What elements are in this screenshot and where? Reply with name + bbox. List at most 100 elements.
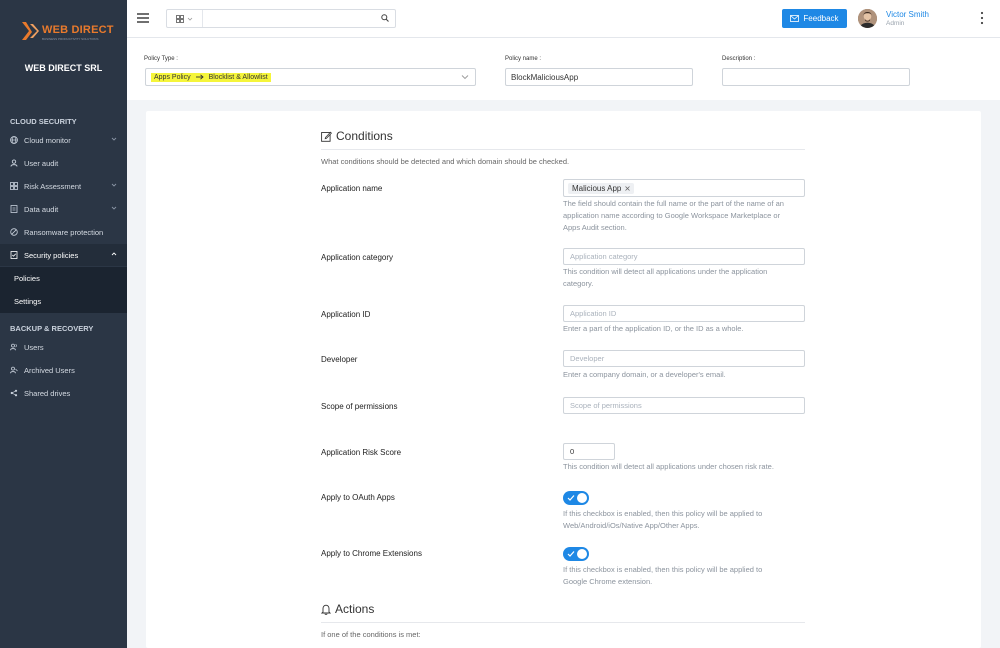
close-icon[interactable] <box>625 185 631 191</box>
chrome-extensions-toggle[interactable] <box>563 547 589 561</box>
feedback-button[interactable]: Feedback <box>782 9 847 28</box>
chevron-down-icon <box>187 17 193 21</box>
help-line: Google Chrome extension. <box>563 577 653 586</box>
application-name-label: Application name <box>321 184 383 193</box>
section-cloud-security: CLOUD SECURITY <box>10 117 77 126</box>
check-icon <box>567 495 575 501</box>
sidebar: WEB DIRECT BUSINESS PRODUCTIVITY SOLUTIO… <box>0 0 127 648</box>
toggle-knob <box>577 493 587 503</box>
sidebar-item-label: Shared drives <box>24 388 71 398</box>
search-icon[interactable] <box>381 14 389 22</box>
risk-score-label: Application Risk Score <box>321 448 402 457</box>
search-box <box>166 9 396 28</box>
application-name-input[interactable]: Malicious App <box>563 179 805 197</box>
sidebar-item-label: Risk Assessment <box>24 181 82 191</box>
help-line: If this checkbox is enabled, then this p… <box>563 565 763 574</box>
app-grid-button[interactable] <box>167 10 203 27</box>
help-line: If this checkbox is enabled, then this p… <box>563 509 763 518</box>
divider <box>321 149 805 150</box>
more-options-icon[interactable] <box>980 11 984 25</box>
logo[interactable]: WEB DIRECT BUSINESS PRODUCTIVITY SOLUTIO… <box>20 18 113 48</box>
sidebar-item-security-policies[interactable]: Security policies <box>0 244 127 266</box>
policy-header: Policy Type : Apps Policy Blocklist & Al… <box>127 38 1000 100</box>
feedback-label: Feedback <box>803 14 839 23</box>
application-name-chip: Malicious App <box>568 182 635 194</box>
logo-text: WEB DIRECT <box>42 24 114 36</box>
application-id-input[interactable]: Application ID <box>563 305 805 322</box>
sidebar-item-label: Data audit <box>24 204 59 214</box>
risk-score-input[interactable]: 0 <box>563 443 615 460</box>
chevron-down-icon <box>111 137 117 141</box>
chrome-extensions-help: If this checkbox is enabled, then this p… <box>563 564 805 588</box>
oauth-apps-label: Apply to OAuth Apps <box>321 493 395 502</box>
application-category-input[interactable]: Application category <box>563 248 805 265</box>
policy-form-card: Conditions What conditions should be det… <box>146 111 981 648</box>
actions-description: If one of the conditions is met: <box>321 630 421 639</box>
developer-input[interactable]: Developer <box>563 350 805 367</box>
policy-type-part-a: Apps Policy <box>154 73 191 81</box>
developer-label: Developer <box>321 355 358 364</box>
search-input[interactable] <box>205 11 375 26</box>
chip-label: Malicious App <box>572 183 622 193</box>
sidebar-item-users[interactable]: Users <box>0 336 127 358</box>
help-line: The field should contain the full name o… <box>563 199 784 208</box>
arrow-right-icon <box>195 74 204 80</box>
sidebar-item-shared-drives[interactable]: Shared drives <box>0 382 127 404</box>
apps-grid-icon <box>176 14 184 23</box>
chrome-extensions-label: Apply to Chrome Extensions <box>321 549 422 558</box>
bell-icon <box>321 604 331 615</box>
mail-icon <box>790 15 800 22</box>
actions-heading: Actions <box>321 602 374 616</box>
scope-of-permissions-label: Scope of permissions <box>321 402 398 411</box>
company-name: WEB DIRECT SRL <box>24 63 103 73</box>
actions-title: Actions <box>335 602 375 616</box>
sidebar-subitem-settings[interactable]: Settings <box>0 290 127 313</box>
share-icon <box>10 389 18 397</box>
sidebar-subitem-policies[interactable]: Policies <box>0 267 127 290</box>
conditions-description: What conditions should be detected and w… <box>321 157 570 166</box>
sidebar-item-archived-users[interactable]: Archived Users <box>0 359 127 381</box>
sidebar-item-cloud-monitor[interactable]: Cloud monitor <box>0 129 127 151</box>
sidebar-item-risk-assessment[interactable]: Risk Assessment <box>0 175 127 197</box>
toggle-knob <box>577 549 587 559</box>
sidebar-item-user-audit[interactable]: User audit <box>0 152 127 174</box>
grid-icon <box>10 182 18 190</box>
risk-score-help: This condition will detect all applicati… <box>563 462 774 471</box>
avatar[interactable] <box>858 9 877 28</box>
application-category-help: This condition will detect all applicati… <box>563 266 805 290</box>
user-role: Admin <box>886 20 905 27</box>
oauth-apps-toggle[interactable] <box>563 491 589 505</box>
sidebar-subitem-label: Policies <box>14 274 40 283</box>
edit-icon <box>321 131 332 142</box>
policy-type-label: Policy Type : <box>144 56 178 62</box>
globe-icon <box>10 136 18 144</box>
hamburger-menu-icon[interactable] <box>137 12 149 24</box>
policy-type-value: Apps Policy Blocklist & Allowlist <box>151 72 271 82</box>
users-icon <box>10 343 18 351</box>
policy-type-part-b: Blocklist & Allowlist <box>208 73 268 81</box>
conditions-title: Conditions <box>336 129 393 143</box>
application-id-help: Enter a part of the application ID, or t… <box>563 324 744 333</box>
user-avatar-icon <box>858 9 877 28</box>
logo-mark-icon <box>22 22 39 40</box>
application-id-label: Application ID <box>321 310 371 319</box>
description-input[interactable] <box>722 68 910 86</box>
section-backup-recovery: BACKUP & RECOVERY <box>10 324 94 333</box>
sidebar-item-label: Cloud monitor <box>24 135 71 145</box>
policy-icon <box>10 251 18 259</box>
scope-of-permissions-input[interactable]: Scope of permissions <box>563 397 805 414</box>
sidebar-item-ransomware-protection[interactable]: Ransomware protection <box>0 221 127 243</box>
user-name[interactable]: Victor Smith <box>886 10 929 19</box>
sidebar-item-data-audit[interactable]: Data audit <box>0 198 127 220</box>
sidebar-item-label: Archived Users <box>24 365 75 375</box>
oauth-apps-help: If this checkbox is enabled, then this p… <box>563 508 805 532</box>
chevron-down-icon <box>461 75 469 80</box>
developer-help: Enter a company domain, or a developer's… <box>563 370 726 379</box>
sidebar-item-label: Security policies <box>24 250 79 260</box>
help-line: application name according to Google Wor… <box>563 211 781 220</box>
user-icon <box>10 159 18 167</box>
policy-name-input[interactable]: BlockMaliciousApp <box>505 68 693 86</box>
policy-type-select[interactable]: Apps Policy Blocklist & Allowlist <box>145 68 476 86</box>
shield-icon <box>10 228 18 236</box>
conditions-heading: Conditions <box>321 129 393 143</box>
